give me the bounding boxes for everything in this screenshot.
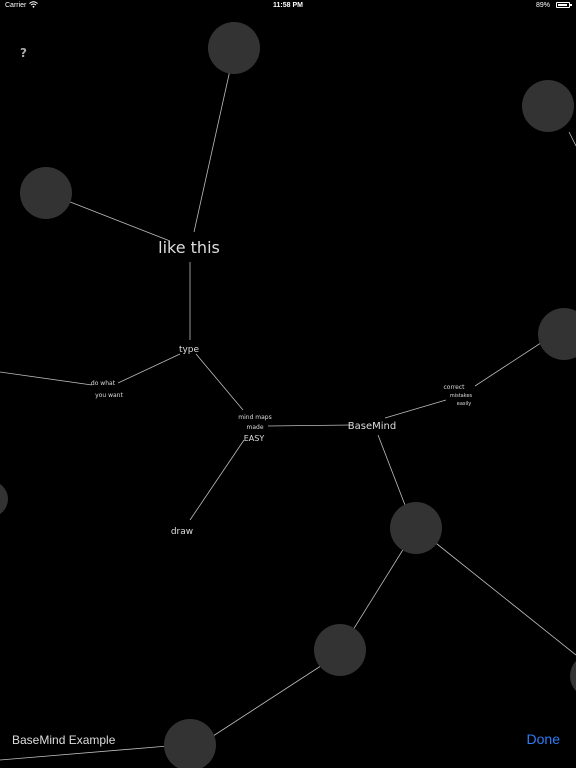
node-label-like-this[interactable]: like this [158, 238, 220, 257]
node-bubble[interactable] [522, 80, 574, 132]
node-bubble[interactable] [164, 719, 216, 768]
node-bubble[interactable] [208, 22, 260, 74]
node-label-basemind[interactable]: BaseMind [348, 421, 396, 432]
node-bubble[interactable] [570, 654, 576, 698]
node-label-mind-maps-1[interactable]: mind maps [238, 414, 272, 421]
mind-map-canvas[interactable]: like this type do what you want mind map… [0, 0, 576, 768]
node-label-do-what-1[interactable]: do what [91, 380, 116, 387]
node-label-draw[interactable]: draw [171, 527, 193, 537]
edge [431, 539, 576, 656]
node-bubble[interactable] [538, 308, 576, 360]
edge [347, 539, 410, 639]
node-label-do-what-2[interactable]: you want [95, 392, 123, 399]
node-bubble[interactable] [390, 502, 442, 554]
edge [193, 69, 231, 233]
node-label-mind-maps-3[interactable]: EASY [244, 434, 265, 443]
edge [474, 336, 551, 387]
mind-map-bubbles [0, 22, 576, 768]
edge [267, 424, 353, 427]
mind-map-edges [0, 69, 576, 761]
node-bubble[interactable] [314, 624, 366, 676]
edge [209, 659, 331, 739]
edge [0, 371, 93, 386]
node-label-correct-1[interactable]: correct [443, 384, 465, 391]
edge [195, 353, 244, 411]
node-label-correct-2[interactable]: mistakes [450, 393, 473, 399]
done-button[interactable]: Done [527, 731, 560, 747]
edge [189, 439, 245, 521]
edge [117, 353, 181, 384]
mind-map-labels: like this type do what you want mind map… [91, 238, 473, 537]
edge [0, 745, 169, 761]
node-bubble[interactable] [20, 167, 72, 219]
document-title: BaseMind Example [12, 733, 116, 747]
node-label-mind-maps-2[interactable]: made [246, 424, 263, 431]
edge [568, 131, 576, 147]
node-label-correct-3[interactable]: easily [457, 401, 472, 407]
edge [384, 399, 447, 419]
node-label-type[interactable]: type [179, 345, 200, 355]
edge [59, 197, 171, 242]
node-bubble[interactable] [0, 481, 8, 517]
